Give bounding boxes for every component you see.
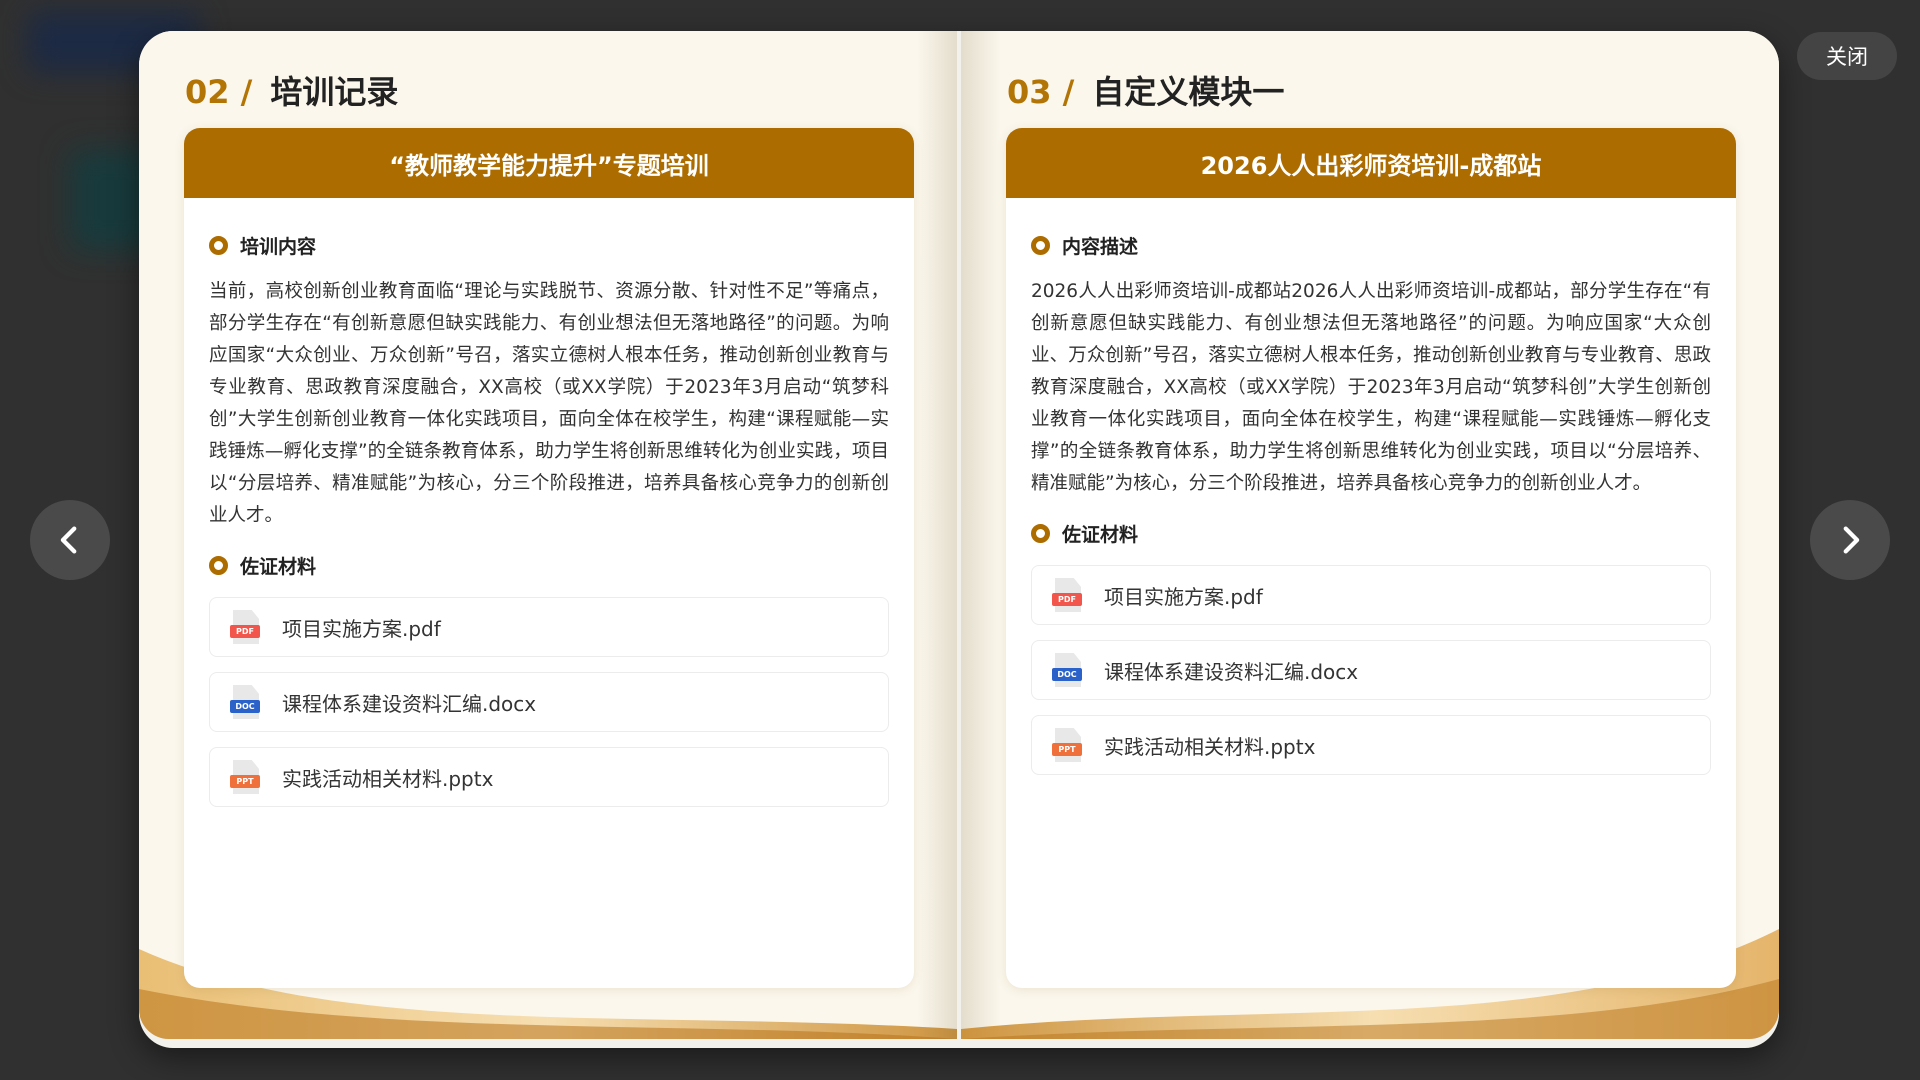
card-title: 2026人人出彩师资培训-成都站 [1006, 128, 1736, 198]
bullet-ring-icon [209, 236, 228, 255]
section-heading: 02 / 培训记录 [185, 67, 398, 113]
file-name: 课程体系建设资料汇编.docx [1104, 659, 1359, 684]
doc-file-icon: DOC [1052, 653, 1084, 687]
section-title: 培训记录 [270, 73, 399, 111]
bullet-ring-icon [209, 556, 228, 575]
file-item[interactable]: PPT 实践活动相关材料.pptx [1031, 715, 1711, 775]
prev-page-button[interactable] [30, 500, 110, 580]
file-list: PDF 项目实施方案.pdf DOC 课程体系建设资料汇编.docx PPT 实… [209, 597, 889, 807]
right-page: 03 / 自定义模块一 2026人人出彩师资培训-成都站 内容描述 2026人人… [961, 31, 1779, 1039]
file-name: 项目实施方案.pdf [1104, 584, 1263, 609]
file-item[interactable]: PDF 项目实施方案.pdf [1031, 565, 1711, 625]
file-item[interactable]: PPT 实践活动相关材料.pptx [209, 747, 889, 807]
file-name: 项目实施方案.pdf [282, 616, 441, 641]
pdf-file-icon: PDF [1052, 578, 1084, 612]
content-heading-label: 培训内容 [240, 236, 317, 258]
record-card: “教师教学能力提升”专题培训 培训内容 当前，高校创新创业教育面临“理论与实践脱… [184, 128, 914, 988]
book-viewer: 02 / 培训记录 “教师教学能力提升”专题培训 培训内容 当前，高校创新创业教… [139, 31, 1779, 1048]
evidence-heading-label: 佐证材料 [240, 556, 317, 578]
close-button[interactable]: 关闭 [1797, 32, 1897, 80]
file-name: 实践活动相关材料.pptx [282, 766, 494, 791]
section-heading: 03 / 自定义模块一 [1007, 67, 1284, 113]
bullet-ring-icon [1031, 236, 1050, 255]
file-name: 实践活动相关材料.pptx [1104, 734, 1316, 759]
chevron-left-icon [60, 526, 77, 554]
file-item[interactable]: DOC 课程体系建设资料汇编.docx [209, 672, 889, 732]
custom-module-card: 2026人人出彩师资培训-成都站 内容描述 2026人人出彩师资培训-成都站20… [1006, 128, 1736, 988]
file-item[interactable]: DOC 课程体系建设资料汇编.docx [1031, 640, 1711, 700]
card-title: “教师教学能力提升”专题培训 [184, 128, 914, 198]
file-list: PDF 项目实施方案.pdf DOC 课程体系建设资料汇编.docx PPT 实… [1031, 565, 1711, 775]
file-item[interactable]: PDF 项目实施方案.pdf [209, 597, 889, 657]
section-number: 03 / [1007, 73, 1075, 111]
bullet-ring-icon [1031, 524, 1050, 543]
doc-file-icon: DOC [230, 685, 262, 719]
chevron-right-icon [1843, 526, 1860, 554]
section-title: 自定义模块一 [1092, 73, 1285, 111]
evidence-heading-label: 佐证材料 [1062, 524, 1139, 546]
file-name: 课程体系建设资料汇编.docx [282, 691, 537, 716]
content-heading: 内容描述 [1031, 232, 1711, 259]
viewer-overlay: 02 / 培训记录 “教师教学能力提升”专题培训 培训内容 当前，高校创新创业教… [0, 0, 1920, 1080]
content-heading-label: 内容描述 [1062, 236, 1139, 258]
left-page: 02 / 培训记录 “教师教学能力提升”专题培训 培训内容 当前，高校创新创业教… [139, 31, 957, 1039]
section-number: 02 / [185, 73, 253, 111]
ppt-file-icon: PPT [230, 760, 262, 794]
content-text: 2026人人出彩师资培训-成都站2026人人出彩师资培训-成都站，部分学生存在“… [1031, 281, 1711, 494]
next-page-button[interactable] [1810, 500, 1890, 580]
content-heading: 培训内容 [209, 232, 889, 259]
content-text: 当前，高校创新创业教育面临“理论与实践脱节、资源分散、针对性不足”等痛点，部分学… [209, 281, 889, 526]
pdf-file-icon: PDF [230, 610, 262, 644]
evidence-heading: 佐证材料 [209, 552, 889, 579]
evidence-heading: 佐证材料 [1031, 520, 1711, 547]
ppt-file-icon: PPT [1052, 728, 1084, 762]
